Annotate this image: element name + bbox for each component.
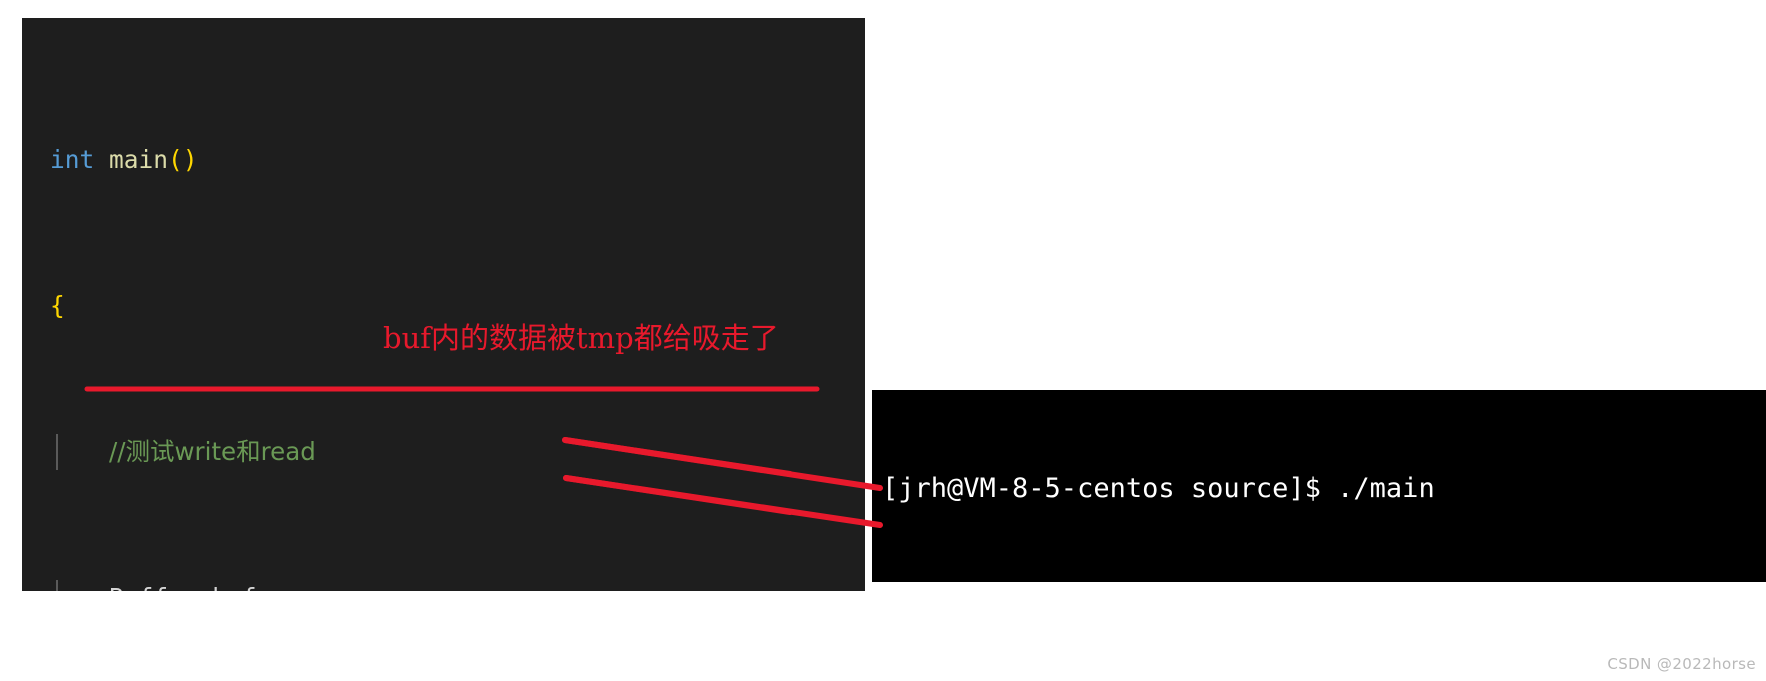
code-content[interactable]: int main() { //测试write和read Buffer buf; … bbox=[22, 18, 865, 591]
code-line-2[interactable]: { bbox=[22, 288, 865, 325]
screenshot-stage: int main() { //测试write和read Buffer buf; … bbox=[0, 0, 1766, 681]
code-line-4[interactable]: Buffer buf; bbox=[22, 579, 865, 592]
terminal-command: ./main bbox=[1320, 473, 1435, 504]
code-editor-panel[interactable]: int main() { //测试write和read Buffer buf; … bbox=[22, 18, 865, 591]
terminal-panel[interactable]: [jrh@VM-8-5-centos source]$ ./main hello… bbox=[872, 390, 1766, 582]
token-func-main: main bbox=[109, 144, 169, 174]
terminal-line-1: [jrh@VM-8-5-centos source]$ ./main bbox=[882, 470, 1766, 507]
token-paren-open: ( bbox=[168, 144, 183, 174]
token-paren-close: ) bbox=[182, 144, 198, 174]
token-obj-buf: buf bbox=[212, 583, 256, 592]
terminal-prompt: [jrh@VM-8-5-centos source]$ bbox=[882, 473, 1321, 504]
terminal-line-2: hello! bbox=[882, 581, 1766, 582]
token-comment: //测试write和read bbox=[109, 436, 316, 466]
token-brace-open: { bbox=[50, 290, 65, 320]
csdn-watermark: CSDN @2022horse bbox=[1607, 655, 1756, 673]
code-line-3[interactable]: //测试write和read bbox=[22, 433, 865, 471]
token-keyword-int: int bbox=[50, 144, 95, 174]
code-line-1[interactable]: int main() bbox=[22, 142, 865, 179]
token-type-buffer: Buffer bbox=[109, 583, 198, 592]
token-semicolon: ; bbox=[257, 583, 272, 592]
